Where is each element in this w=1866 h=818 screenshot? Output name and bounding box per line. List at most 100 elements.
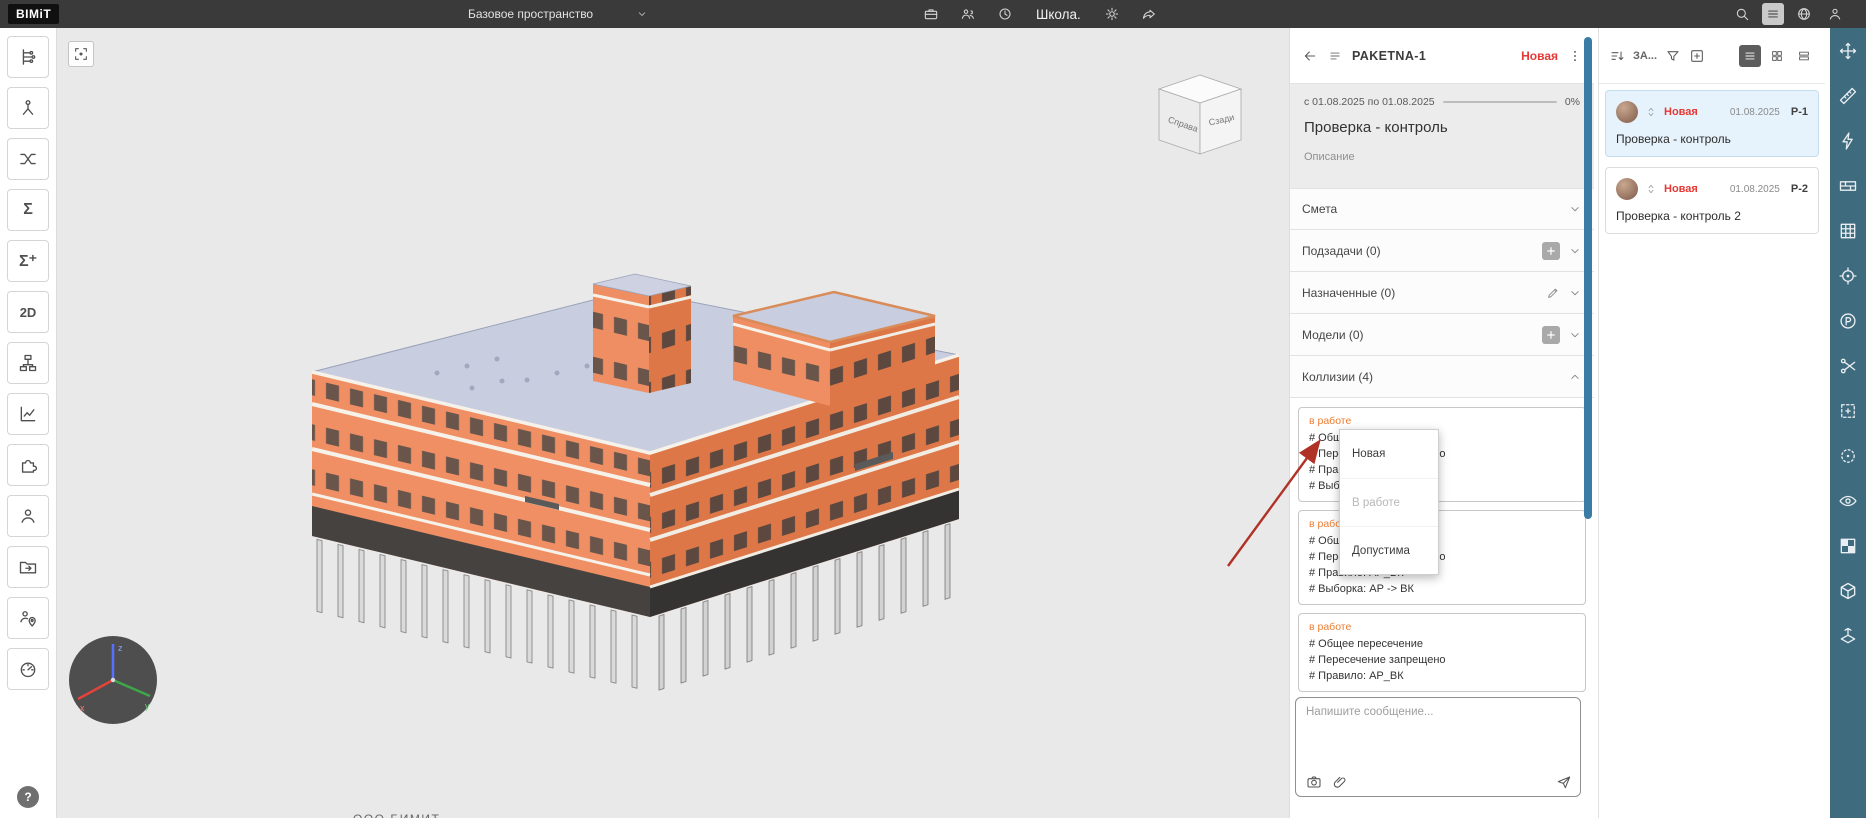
dropdown-item-new[interactable]: Новая [1340, 430, 1438, 478]
wall-layers-icon[interactable] [1838, 176, 1858, 196]
back-icon[interactable] [1302, 48, 1318, 64]
view-list-button[interactable] [1739, 45, 1761, 67]
help-button[interactable]: ? [17, 786, 39, 808]
section-models[interactable]: Модели (0) [1290, 314, 1594, 356]
building-model[interactable] [57, 28, 1289, 818]
model-tree-icon[interactable] [7, 36, 49, 78]
sum-add-glyph: Σ⁺ [19, 251, 37, 271]
person-icon[interactable] [7, 495, 49, 537]
sum-icon[interactable]: Σ [7, 189, 49, 231]
clash-lines-icon[interactable] [7, 138, 49, 180]
dropdown-item-allowed[interactable]: Допустима [1340, 526, 1438, 574]
cube-icon[interactable] [1838, 581, 1858, 601]
ruler-icon[interactable] [1838, 86, 1858, 106]
attachment-icon[interactable] [1332, 774, 1348, 790]
camera-icon[interactable] [1306, 774, 1322, 790]
card-title: Проверка - контроль [1616, 132, 1808, 146]
briefcase-icon[interactable] [920, 3, 942, 25]
section-estimate[interactable]: Смета [1290, 188, 1594, 230]
hierarchy-icon[interactable] [7, 342, 49, 384]
chevron-down-icon[interactable] [1568, 286, 1582, 300]
target-icon[interactable] [1838, 266, 1858, 286]
section-assignees[interactable]: Назначенные (0) [1290, 272, 1594, 314]
task-detail-panel: PAKETNA-1 Новая с 01.08.2025 по 01.08.20… [1289, 28, 1594, 818]
lightning-icon[interactable] [1838, 131, 1858, 151]
message-box [1295, 697, 1581, 797]
node-select-icon[interactable] [7, 87, 49, 129]
person-pin-icon[interactable] [7, 597, 49, 639]
card-title: Проверка - контроль 2 [1616, 209, 1808, 223]
section-label: Коллизии (4) [1302, 370, 1373, 384]
task-status-badge[interactable]: Новая [1521, 49, 1558, 63]
section-subtasks[interactable]: Подзадачи (0) [1290, 230, 1594, 272]
task-card[interactable]: Новая 01.08.2025 Р-1 Проверка - контроль [1605, 90, 1819, 157]
collision-status[interactable]: в работе [1309, 621, 1575, 633]
sum-add-icon[interactable]: Σ⁺ [7, 240, 49, 282]
add-task-icon[interactable] [1689, 48, 1705, 64]
selection-box-icon[interactable] [1838, 401, 1858, 421]
more-menu-icon[interactable] [1568, 49, 1582, 63]
plugin-icon[interactable] [7, 444, 49, 486]
panel-scrollbar[interactable] [1584, 37, 1592, 519]
clip-plane-icon[interactable] [1838, 626, 1858, 646]
history-icon[interactable] [994, 3, 1016, 25]
tasks-panel-header: ЗА... [1599, 28, 1825, 84]
add-model-button[interactable] [1542, 326, 1560, 344]
settings-gear-icon[interactable] [1101, 3, 1123, 25]
view-grid-button[interactable] [1766, 45, 1788, 67]
view-switcher [1739, 45, 1815, 67]
project-title: Школа. [1036, 7, 1081, 22]
eye-icon[interactable] [1838, 491, 1858, 511]
filter-icon[interactable] [1665, 48, 1681, 64]
view-board-button[interactable] [1793, 45, 1815, 67]
3d-viewport[interactable]: Справа Сзади z x y ООО БИМИТ [57, 28, 1289, 818]
task-card[interactable]: Новая 01.08.2025 Р-2 Проверка - контроль… [1605, 167, 1819, 234]
app-logo[interactable]: BIMiT [8, 4, 59, 24]
message-input[interactable] [1306, 706, 1570, 764]
sort-icon[interactable] [1609, 48, 1625, 64]
chevron-down-icon[interactable] [1568, 328, 1582, 342]
avatar [1616, 178, 1638, 200]
send-icon[interactable] [1556, 774, 1572, 790]
move-axes-icon[interactable] [1838, 41, 1858, 61]
task-list-icon[interactable] [1328, 49, 1342, 63]
chevron-down-icon[interactable] [1568, 202, 1582, 216]
folder-share-icon[interactable] [7, 546, 49, 588]
collision-line: # Общее пересечение [1309, 636, 1575, 652]
add-subtask-button[interactable] [1542, 242, 1560, 260]
section-cut-icon[interactable] [1838, 356, 1858, 376]
workspace-label: Базовое пространство [468, 7, 593, 21]
collision-list: в работе # Общее пересечение # Пересечен… [1290, 398, 1594, 709]
globe-icon[interactable] [1793, 3, 1815, 25]
card-status: Новая [1664, 183, 1698, 195]
priority-icon [1645, 106, 1657, 118]
share-icon[interactable] [1138, 3, 1160, 25]
workspace-chevron-down-icon[interactable] [636, 0, 648, 28]
axis-gizmo[interactable]: z x y [65, 632, 165, 732]
pencil-icon[interactable] [1546, 286, 1560, 300]
gauge-icon[interactable] [7, 648, 49, 690]
search-icon[interactable] [1731, 3, 1753, 25]
section-collisions[interactable]: Коллизии (4) [1290, 356, 1594, 398]
description-label: Описание [1304, 151, 1580, 163]
2d-glyph: 2D [20, 305, 37, 320]
chevron-down-icon[interactable] [1568, 244, 1582, 258]
workspace-selector[interactable]: Базовое пространство [468, 0, 593, 28]
collision-card[interactable]: в работе # Общее пересечение # Пересечен… [1298, 613, 1586, 692]
card-date: 01.08.2025 [1730, 107, 1780, 118]
task-panel-header: PAKETNA-1 Новая [1290, 28, 1594, 84]
team-icon[interactable] [957, 3, 979, 25]
apps-menu-icon[interactable] [1762, 3, 1784, 25]
focus-selection-button[interactable] [68, 41, 94, 67]
chart-icon[interactable] [7, 393, 49, 435]
grid-icon[interactable] [1838, 221, 1858, 241]
2d-view-icon[interactable]: 2D [7, 291, 49, 333]
axis-z-label: z [118, 643, 123, 653]
dotted-circle-icon[interactable] [1838, 446, 1858, 466]
chevron-up-icon[interactable] [1568, 370, 1582, 384]
view-cube[interactable]: Справа Сзади [1153, 70, 1248, 165]
mask-icon[interactable] [1838, 536, 1858, 556]
parking-icon[interactable] [1838, 311, 1858, 331]
collision-status[interactable]: в работе [1309, 415, 1575, 427]
profile-icon[interactable] [1824, 3, 1846, 25]
